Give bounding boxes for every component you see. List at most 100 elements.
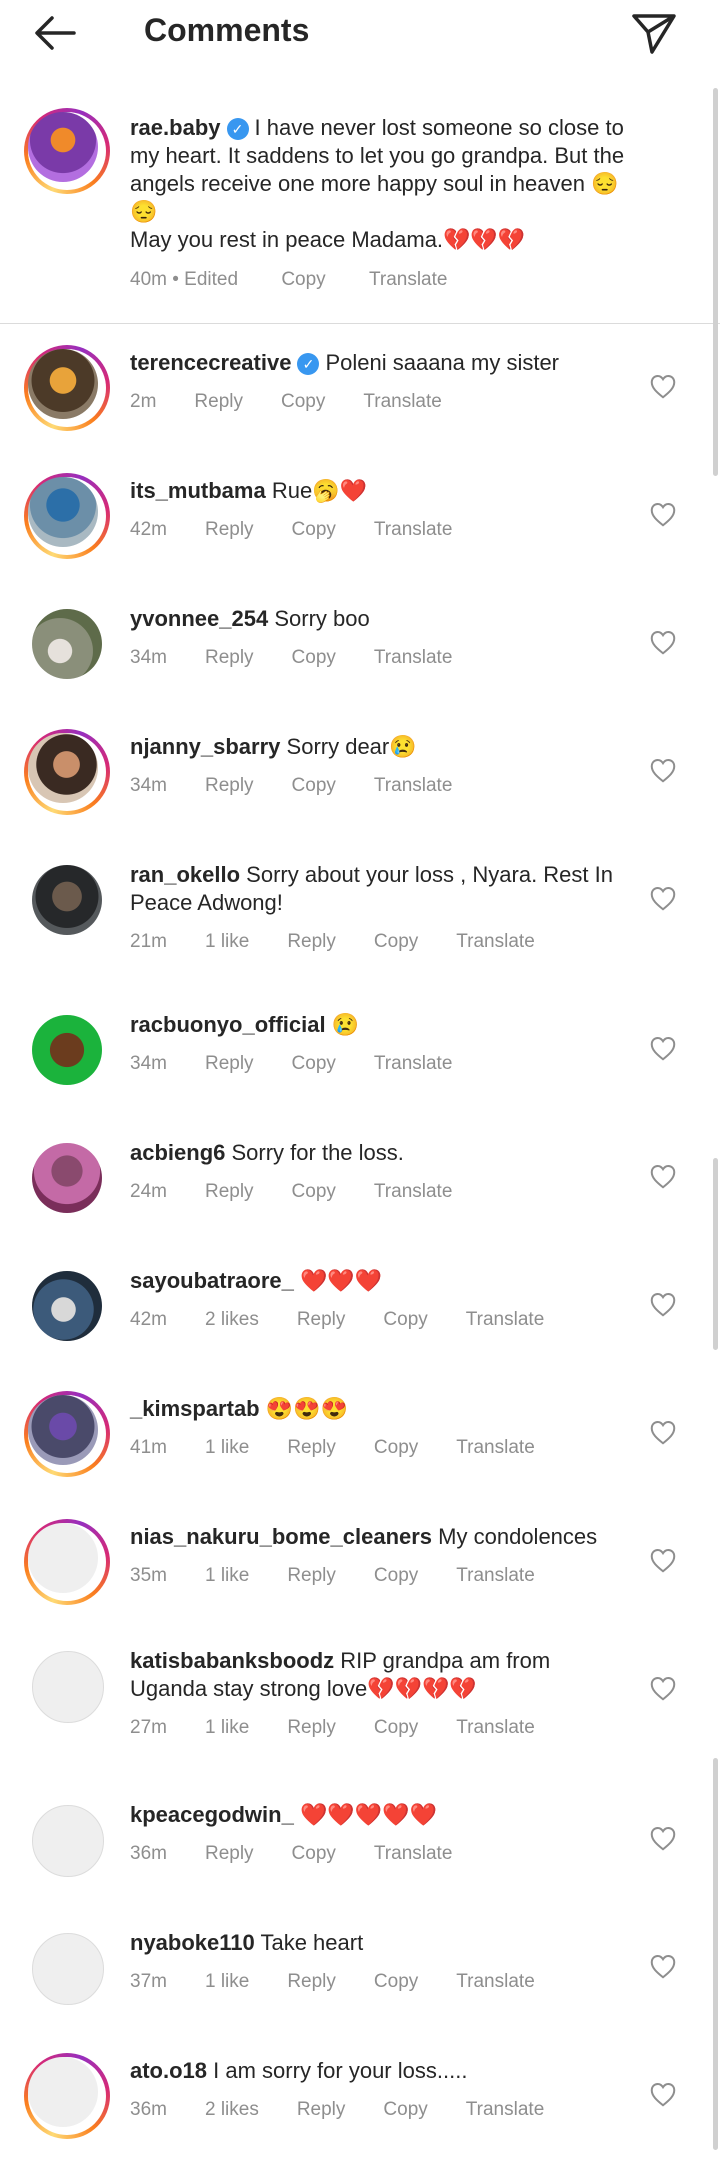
comment-username[interactable]: racbuonyo_official <box>130 1012 326 1037</box>
avatar[interactable] <box>32 1805 104 1877</box>
translate-button[interactable]: Translate <box>456 1971 535 1993</box>
reply-button[interactable]: Reply <box>297 1309 346 1331</box>
reply-button[interactable]: Reply <box>287 1717 336 1739</box>
caption-avatar[interactable] <box>24 108 110 194</box>
copy-button[interactable]: Copy <box>374 1437 418 1459</box>
avatar[interactable] <box>32 1271 102 1341</box>
avatar[interactable] <box>32 1651 104 1723</box>
translate-button[interactable]: Translate <box>456 931 535 953</box>
likes-count[interactable]: 1 like <box>205 1971 249 1993</box>
copy-button[interactable]: Copy <box>292 1181 336 1203</box>
copy-button[interactable]: Copy <box>281 391 325 413</box>
comment-username[interactable]: sayoubatraore_ <box>130 1268 294 1293</box>
reply-button[interactable]: Reply <box>287 1437 336 1459</box>
like-heart-icon[interactable] <box>648 499 678 529</box>
scrollbar-thumb[interactable] <box>713 1158 718 1350</box>
avatar[interactable] <box>32 1015 102 1085</box>
translate-button[interactable]: Translate <box>374 519 453 541</box>
like-heart-icon[interactable] <box>648 1823 678 1853</box>
translate-button[interactable]: Translate <box>374 647 453 669</box>
reply-button[interactable]: Reply <box>205 647 254 669</box>
avatar[interactable] <box>32 1933 104 2005</box>
like-heart-icon[interactable] <box>648 371 678 401</box>
avatar[interactable] <box>24 473 110 559</box>
scrollbar-thumb[interactable] <box>713 88 718 476</box>
comment-username[interactable]: its_mutbama <box>130 478 266 503</box>
avatar[interactable] <box>32 609 102 679</box>
like-heart-icon[interactable] <box>648 1545 678 1575</box>
copy-button[interactable]: Copy <box>292 519 336 541</box>
likes-count[interactable]: 2 likes <box>205 1309 259 1331</box>
copy-button[interactable]: Copy <box>374 1565 418 1587</box>
translate-button[interactable]: Translate <box>456 1437 535 1459</box>
copy-button[interactable]: Copy <box>374 931 418 953</box>
translate-button[interactable]: Translate <box>369 269 448 291</box>
avatar[interactable] <box>24 2053 110 2139</box>
comment-username[interactable]: acbieng6 <box>130 1140 225 1165</box>
back-arrow-icon[interactable] <box>30 10 80 56</box>
like-heart-icon[interactable] <box>648 1673 678 1703</box>
comment-username[interactable]: terencecreative <box>130 350 291 375</box>
likes-count[interactable]: 1 like <box>205 1437 249 1459</box>
avatar[interactable] <box>24 729 110 815</box>
translate-button[interactable]: Translate <box>374 1053 453 1075</box>
copy-button[interactable]: Copy <box>292 1053 336 1075</box>
copy-button[interactable]: Copy <box>374 1717 418 1739</box>
translate-button[interactable]: Translate <box>466 1309 545 1331</box>
direct-message-icon[interactable] <box>628 6 680 58</box>
translate-button[interactable]: Translate <box>374 1843 453 1865</box>
reply-button[interactable]: Reply <box>297 2099 346 2121</box>
comment-username[interactable]: ato.o18 <box>130 2058 207 2083</box>
copy-button[interactable]: Copy <box>374 1971 418 1993</box>
reply-button[interactable]: Reply <box>205 1843 254 1865</box>
reply-button[interactable]: Reply <box>194 391 243 413</box>
translate-button[interactable]: Translate <box>466 2099 545 2121</box>
like-heart-icon[interactable] <box>648 1033 678 1063</box>
reply-button[interactable]: Reply <box>205 519 254 541</box>
like-heart-icon[interactable] <box>648 2079 678 2109</box>
comment-username[interactable]: nias_nakuru_bome_cleaners <box>130 1524 432 1549</box>
copy-button[interactable]: Copy <box>383 1309 427 1331</box>
reply-button[interactable]: Reply <box>205 775 254 797</box>
reply-button[interactable]: Reply <box>205 1181 254 1203</box>
like-heart-icon[interactable] <box>648 1951 678 1981</box>
copy-button[interactable]: Copy <box>292 775 336 797</box>
like-heart-icon[interactable] <box>648 627 678 657</box>
reply-button[interactable]: Reply <box>287 1971 336 1993</box>
translate-button[interactable]: Translate <box>363 391 442 413</box>
avatar[interactable] <box>24 1391 110 1477</box>
like-heart-icon[interactable] <box>648 1417 678 1447</box>
avatar[interactable] <box>32 1143 102 1213</box>
translate-button[interactable]: Translate <box>456 1717 535 1739</box>
copy-button[interactable]: Copy <box>292 647 336 669</box>
like-heart-icon[interactable] <box>648 883 678 913</box>
avatar[interactable] <box>24 345 110 431</box>
comment-username[interactable]: kpeacegodwin_ <box>130 1802 294 1827</box>
copy-button[interactable]: Copy <box>292 1843 336 1865</box>
reply-button[interactable]: Reply <box>287 931 336 953</box>
avatar[interactable] <box>32 865 102 935</box>
reply-button[interactable]: Reply <box>205 1053 254 1075</box>
comment-username[interactable]: katisbabanksboodz <box>130 1648 334 1673</box>
likes-count[interactable]: 2 likes <box>205 2099 259 2121</box>
likes-count[interactable]: 1 like <box>205 1565 249 1587</box>
comment-username[interactable]: njanny_sbarry <box>130 734 280 759</box>
reply-button[interactable]: Reply <box>287 1565 336 1587</box>
comment-username[interactable]: nyaboke110 <box>130 1930 255 1955</box>
scrollbar-thumb[interactable] <box>713 1758 718 2150</box>
copy-button[interactable]: Copy <box>281 269 325 291</box>
copy-button[interactable]: Copy <box>383 2099 427 2121</box>
likes-count[interactable]: 1 like <box>205 931 249 953</box>
like-heart-icon[interactable] <box>648 1289 678 1319</box>
caption-username[interactable]: rae.baby <box>130 115 221 140</box>
like-heart-icon[interactable] <box>648 1161 678 1191</box>
comment-username[interactable]: _kimspartab <box>130 1396 260 1421</box>
likes-count[interactable]: 1 like <box>205 1717 249 1739</box>
translate-button[interactable]: Translate <box>374 775 453 797</box>
comment-username[interactable]: ran_okello <box>130 862 240 887</box>
avatar[interactable] <box>24 1519 110 1605</box>
like-heart-icon[interactable] <box>648 755 678 785</box>
comment-username[interactable]: yvonnee_254 <box>130 606 268 631</box>
translate-button[interactable]: Translate <box>456 1565 535 1587</box>
translate-button[interactable]: Translate <box>374 1181 453 1203</box>
